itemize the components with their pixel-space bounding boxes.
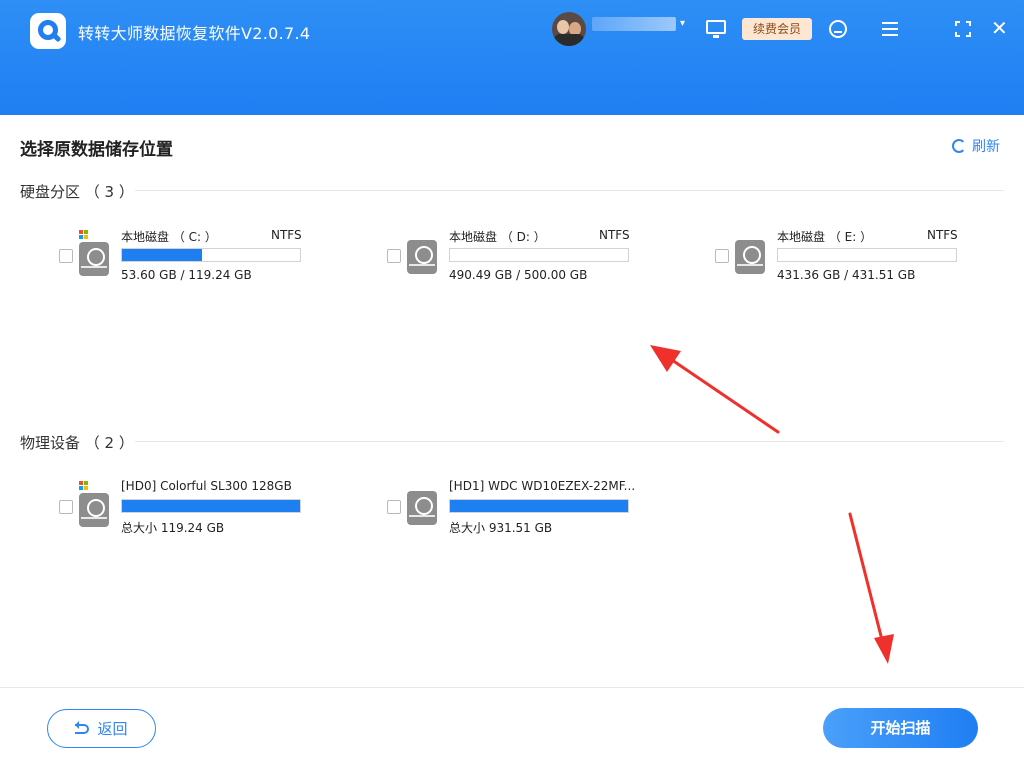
partition-name: 本地磁盘 （ C: ） <box>121 230 217 244</box>
back-button[interactable]: 返回 <box>47 709 156 748</box>
partitions-divider <box>135 190 1004 191</box>
usage-bar <box>777 248 957 262</box>
windows-icon <box>79 230 89 240</box>
footer-divider <box>0 687 1024 688</box>
hard-drive-icon <box>407 491 437 525</box>
start-scan-button[interactable]: 开始扫描 <box>823 708 978 748</box>
partition-d-checkbox[interactable] <box>387 249 401 263</box>
title-bar: 转转大师数据恢复软件V2.0.7.4 ▾ 续费会员 ✕ <box>0 0 1024 115</box>
close-icon[interactable]: ✕ <box>991 18 1008 38</box>
partition-filesystem: NTFS <box>271 228 302 242</box>
annotation-arrow <box>848 512 894 664</box>
usage-bar-fill <box>122 249 203 261</box>
partition-name: 本地磁盘 （ E: ） <box>777 230 873 244</box>
app-title: 转转大师数据恢复软件V2.0.7.4 <box>78 24 311 43</box>
usage-bar <box>121 499 301 513</box>
partition-filesystem: NTFS <box>599 228 630 242</box>
windows-icon <box>79 481 89 491</box>
partition-e-checkbox[interactable] <box>715 249 729 263</box>
hard-drive-icon <box>407 240 437 274</box>
device-size: 总大小 119.24 GB <box>121 521 225 535</box>
renew-vip-button[interactable]: 续费会员 <box>742 18 812 40</box>
refresh-icon <box>952 139 966 153</box>
partition-size: 490.49 GB / 500.00 GB <box>449 268 588 282</box>
partition-d[interactable]: 本地磁盘 （ D: ） NTFS 490.49 GB / 500.00 GB <box>387 228 647 288</box>
partition-size: 431.36 GB / 431.51 GB <box>777 268 916 282</box>
page-title: 选择原数据储存位置 <box>20 140 173 160</box>
physical-section-title: 物理设备 （ 2 ） <box>20 434 134 452</box>
usage-bar-fill <box>122 500 300 512</box>
physical-disk-hd0-checkbox[interactable] <box>59 500 73 514</box>
annotation-arrows <box>650 345 894 664</box>
partition-e[interactable]: 本地磁盘 （ E: ） NTFS 431.36 GB / 431.51 GB <box>715 228 975 288</box>
partition-c[interactable]: 本地磁盘 （ C: ） NTFS 53.60 GB / 119.24 GB <box>59 228 319 288</box>
usage-bar-fill <box>450 500 628 512</box>
hard-drive-icon <box>735 240 765 274</box>
partition-c-checkbox[interactable] <box>59 249 73 263</box>
app-logo-icon <box>30 13 66 49</box>
user-avatar[interactable] <box>552 12 586 46</box>
customer-service-icon[interactable] <box>829 20 847 38</box>
device-name: [HD0] Colorful SL300 128GB <box>121 479 292 493</box>
maximize-icon[interactable] <box>955 21 971 37</box>
refresh-label: 刷新 <box>972 139 1000 155</box>
back-label: 返回 <box>97 720 128 738</box>
partition-filesystem: NTFS <box>927 228 958 242</box>
physical-disk-hd1-checkbox[interactable] <box>387 500 401 514</box>
physical-disk-hd1[interactable]: [HD1] WDC WD10EZEX-22MF... 总大小 931.51 GB <box>387 479 647 539</box>
physical-disk-hd0[interactable]: [HD0] Colorful SL300 128GB 总大小 119.24 GB <box>59 479 319 539</box>
menu-icon[interactable] <box>882 22 898 36</box>
usage-bar <box>121 248 301 262</box>
username-redacted[interactable] <box>592 17 676 31</box>
refresh-button[interactable]: 刷新 <box>952 136 1000 156</box>
partition-size: 53.60 GB / 119.24 GB <box>121 268 252 282</box>
partition-name: 本地磁盘 （ D: ） <box>449 230 546 244</box>
chevron-down-icon[interactable]: ▾ <box>680 18 685 29</box>
hard-drive-icon <box>79 242 109 276</box>
physical-divider <box>135 441 1004 442</box>
device-name: [HD1] WDC WD10EZEX-22MF... <box>449 479 636 493</box>
annotation-arrow <box>650 345 780 434</box>
back-arrow-icon <box>75 720 90 734</box>
monitor-icon[interactable] <box>706 20 726 38</box>
hard-drive-icon <box>79 493 109 527</box>
device-size: 总大小 931.51 GB <box>449 521 553 535</box>
usage-bar <box>449 499 629 513</box>
partitions-section-title: 硬盘分区 （ 3 ） <box>20 183 134 201</box>
usage-bar <box>449 248 629 262</box>
